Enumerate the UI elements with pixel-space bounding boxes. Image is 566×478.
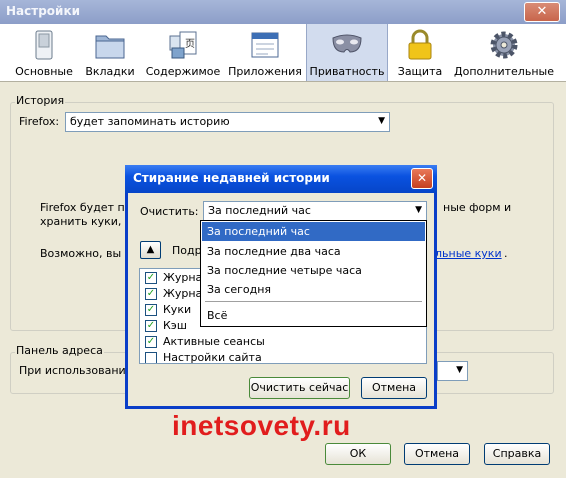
clear-now-button[interactable]: Очистить сейчас [249, 377, 350, 399]
window-title: Настройки [6, 4, 81, 18]
checkbox[interactable]: ✓ [145, 272, 157, 284]
cancel-button[interactable]: Отмена [404, 443, 470, 465]
applications-icon [251, 32, 279, 58]
chevron-down-icon: ▼ [378, 116, 385, 126]
chevron-down-icon: ▼ [456, 365, 463, 375]
clear-range-select[interactable]: За последний час ▼ [203, 201, 427, 221]
content-icon: 页 [169, 31, 197, 59]
chevron-down-icon: ▼ [415, 205, 422, 215]
clear-item-label: Активные сеансы [163, 335, 265, 348]
clear-range-value: За последний час [208, 204, 311, 217]
option-today[interactable]: За сегодня [202, 280, 425, 299]
svg-text:页: 页 [185, 38, 195, 50]
gear-icon [490, 31, 518, 59]
dropdown-separator [205, 301, 422, 302]
clear-range-label: Очистить: [140, 205, 199, 218]
clear-item-label: Настройки сайта [163, 351, 262, 364]
address-bar-select[interactable]: ▼ [437, 361, 468, 381]
window-titlebar: Настройки ✕ [0, 0, 566, 24]
mask-icon [332, 34, 362, 53]
tab-label: Вкладки [85, 65, 135, 78]
history-description-line3: Возможно, вы за [40, 247, 138, 260]
tab-label: Приложения [228, 65, 302, 78]
help-button[interactable]: Справка [484, 443, 550, 465]
dialog-close-button[interactable]: ✕ [411, 168, 433, 189]
tab-label: Дополнительные [454, 65, 554, 78]
tab-main[interactable]: Основные [8, 24, 80, 81]
folder-tabs-icon [95, 35, 125, 59]
details-toggle-button[interactable]: ▲ [140, 241, 161, 259]
history-mode-value: будет запоминать историю [70, 115, 230, 128]
tab-applications[interactable]: Приложения [226, 24, 304, 81]
dialog-title: Стирание недавней истории [133, 171, 330, 185]
option-everything[interactable]: Всё [202, 306, 425, 325]
checkbox[interactable]: ✓ [145, 320, 157, 332]
dialog-cancel-button[interactable]: Отмена [361, 377, 427, 399]
tab-label: Содержимое [145, 65, 221, 78]
switch-icon [35, 30, 53, 60]
option-last-hour[interactable]: За последний час [202, 222, 425, 241]
tab-advanced[interactable]: Дополнительные [452, 24, 556, 81]
clear-item-label: Кэш [163, 319, 187, 332]
tab-privacy[interactable]: Приватность [306, 24, 388, 81]
history-description-line1-end: ные форм и [443, 201, 512, 214]
clear-range-dropdown: За последний час За последние два часа З… [200, 220, 427, 327]
history-description-period: . [504, 247, 508, 260]
clear-item-label: Куки [163, 303, 192, 316]
option-last-two-hours[interactable]: За последние два часа [202, 242, 425, 261]
option-last-four-hours[interactable]: За последние четыре часа [202, 261, 425, 280]
preferences-toolbar: Основные Вкладки 页 Содержимое Приложения [0, 24, 566, 82]
ok-button[interactable]: ОК [325, 443, 391, 465]
checkbox[interactable]: ✓ [145, 304, 157, 316]
dialog-titlebar: Стирание недавней истории ✕ [125, 165, 437, 193]
tab-tabs[interactable]: Вкладки [80, 24, 140, 81]
history-legend: История [15, 94, 66, 107]
tab-label: Защита [397, 65, 443, 78]
tab-content[interactable]: 页 Содержимое [142, 24, 224, 81]
tab-label: Основные [15, 65, 73, 78]
address-bar-legend: Панель адреса [15, 344, 104, 357]
history-description-line1: Firefox будет по [40, 201, 132, 214]
window-close-button[interactable]: ✕ [524, 2, 560, 22]
watermark-text: inetsovety.ru [172, 410, 351, 441]
lock-icon [408, 29, 432, 60]
checkbox[interactable]: ✓ [145, 288, 157, 300]
history-mode-select[interactable]: будет запоминать историю ▼ [65, 112, 390, 132]
checkbox[interactable]: ✓ [145, 336, 157, 348]
firefox-label: Firefox: [19, 115, 60, 128]
history-description-line2: хранить куки, о [40, 215, 132, 228]
custom-cookies-link[interactable]: льные куки [435, 247, 502, 260]
checkbox[interactable] [145, 352, 157, 363]
tab-security[interactable]: Защита [390, 24, 450, 81]
tab-label: Приватность [309, 65, 385, 78]
